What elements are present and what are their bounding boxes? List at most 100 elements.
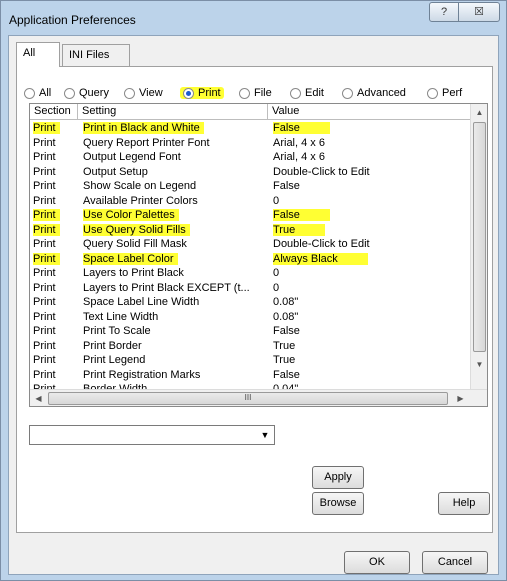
cell-value[interactable]: 0 [268, 266, 468, 281]
scroll-left-arrow-icon[interactable]: ◀ [30, 390, 47, 406]
radio-advanced[interactable]: Advanced [342, 87, 406, 99]
radio-perf[interactable]: Perf [427, 87, 462, 99]
tab-all[interactable]: All [16, 42, 60, 67]
cell-value[interactable]: 0.08" [268, 310, 468, 325]
cell-section[interactable]: Print [30, 310, 78, 325]
cell-value[interactable]: True [268, 353, 468, 368]
cell-section[interactable]: Print [30, 295, 78, 310]
radio-query[interactable]: Query [64, 87, 109, 99]
dropdown-arrow-icon[interactable]: ▼ [257, 427, 273, 443]
horizontal-scroll-thumb[interactable]: III [48, 392, 448, 405]
apply-button[interactable]: Apply [312, 466, 364, 489]
cell-section[interactable]: Print [30, 281, 78, 296]
table-row[interactable]: Print Query Report Printer Font Arial, 4 x… [30, 136, 470, 151]
column-header-value[interactable]: Value [268, 104, 468, 120]
table-row[interactable]: Print Show Scale on Legend False [30, 179, 470, 194]
table-row[interactable]: Print Layers to Print Black 0 [30, 266, 470, 281]
browse-button[interactable]: Browse [312, 492, 364, 515]
cell-value[interactable]: Arial, 4 x 6 [268, 150, 468, 165]
cell-setting[interactable]: Print To Scale [78, 324, 268, 339]
cell-value[interactable]: Double-Click to Edit [268, 165, 468, 180]
cell-setting[interactable]: Query Solid Fill Mask [78, 237, 268, 252]
cell-section[interactable]: Print [30, 150, 78, 165]
table-row[interactable]: Print Space Label Line Width 0.08" [30, 295, 470, 310]
ok-button[interactable]: OK [344, 551, 410, 574]
horizontal-scrollbar[interactable]: ◀ III ▶ [30, 389, 487, 406]
cell-setting[interactable]: Output Setup [78, 165, 268, 180]
vertical-scrollbar[interactable]: ▲ ▼ [470, 104, 487, 390]
table-row[interactable]: Print Output Legend Font Arial, 4 x 6 [30, 150, 470, 165]
cell-value[interactable]: 0 [268, 281, 468, 296]
cell-section[interactable]: Print [30, 121, 78, 136]
cell-setting[interactable]: Query Report Printer Font [78, 136, 268, 151]
cell-section[interactable]: Print [30, 136, 78, 151]
title-help-button[interactable]: ? [429, 2, 459, 22]
radio-edit[interactable]: Edit [290, 87, 324, 99]
cell-setting[interactable]: Show Scale on Legend [78, 179, 268, 194]
radio-all[interactable]: All [24, 87, 51, 99]
cell-setting[interactable]: Layers to Print Black EXCEPT (t... [78, 281, 268, 296]
table-row[interactable]: Print Print Registration Marks False [30, 368, 470, 383]
cell-setting[interactable]: Space Label Color [78, 252, 268, 267]
cell-value[interactable]: True [268, 339, 468, 354]
scroll-up-arrow-icon[interactable]: ▲ [471, 104, 487, 121]
cell-value[interactable]: False [268, 324, 468, 339]
cell-value[interactable]: Double-Click to Edit [268, 237, 468, 252]
cell-value[interactable]: False [268, 208, 468, 223]
radio-query-circle[interactable] [64, 87, 75, 99]
table-row[interactable]: Print Layers to Print Black EXCEPT (t... 0 [30, 281, 470, 296]
settings-grid[interactable]: Section Setting Value Print Print in Blac… [29, 103, 488, 407]
table-row[interactable]: Print Query Solid Fill Mask Double-Click t… [30, 237, 470, 252]
cell-setting[interactable]: Print in Black and White [78, 121, 268, 136]
radio-print-circle[interactable] [183, 87, 194, 99]
table-row[interactable]: Print Use Color Palettes False [30, 208, 470, 223]
title-close-button[interactable]: ☒ [458, 2, 500, 22]
cell-section[interactable]: Print [30, 324, 78, 339]
radio-view-circle[interactable] [124, 87, 135, 99]
cell-section[interactable]: Print [30, 179, 78, 194]
cell-setting[interactable]: Available Printer Colors [78, 194, 268, 209]
table-row[interactable]: Print Print in Black and White False [30, 121, 470, 136]
radio-perf-circle[interactable] [427, 87, 438, 99]
cell-setting[interactable]: Print Registration Marks [78, 368, 268, 383]
cell-setting[interactable]: Use Color Palettes [78, 208, 268, 223]
table-row[interactable]: Print Use Query Solid Fills True [30, 223, 470, 238]
cell-section[interactable]: Print [30, 165, 78, 180]
cell-setting[interactable]: Print Border [78, 339, 268, 354]
column-header-section[interactable]: Section [30, 104, 78, 120]
cell-section[interactable]: Print [30, 339, 78, 354]
cell-value[interactable]: Always Black [268, 252, 468, 267]
help-button[interactable]: Help [438, 492, 490, 515]
vertical-scroll-thumb[interactable] [473, 122, 486, 352]
radio-view[interactable]: View [124, 87, 163, 99]
value-dropdown[interactable]: ▼ [29, 425, 275, 445]
cell-section[interactable]: Print [30, 252, 78, 267]
table-row[interactable]: Print Output Setup Double-Click to Edit [30, 165, 470, 180]
cell-value[interactable]: False [268, 368, 468, 383]
cell-section[interactable]: Print [30, 223, 78, 238]
radio-edit-circle[interactable] [290, 87, 301, 99]
radio-print[interactable]: Print [180, 87, 224, 99]
cell-section[interactable]: Print [30, 368, 78, 383]
cell-value[interactable]: 0.08" [268, 295, 468, 310]
radio-file[interactable]: File [239, 87, 272, 99]
cell-setting[interactable]: Space Label Line Width [78, 295, 268, 310]
cell-section[interactable]: Print [30, 266, 78, 281]
table-row[interactable]: Print Print To Scale False [30, 324, 470, 339]
radio-advanced-circle[interactable] [342, 87, 353, 99]
tab-ini-files[interactable]: INI Files [62, 44, 130, 66]
cell-setting[interactable]: Use Query Solid Fills [78, 223, 268, 238]
cell-section[interactable]: Print [30, 194, 78, 209]
cell-setting[interactable]: Print Legend [78, 353, 268, 368]
cell-value[interactable]: False [268, 179, 468, 194]
cell-section[interactable]: Print [30, 208, 78, 223]
table-row[interactable]: Print Print Legend True [30, 353, 470, 368]
table-row[interactable]: Print Space Label Color Always Black [30, 252, 470, 267]
table-row[interactable]: Print Text Line Width 0.08" [30, 310, 470, 325]
cell-value[interactable]: Arial, 4 x 6 [268, 136, 468, 151]
cell-setting[interactable]: Output Legend Font [78, 150, 268, 165]
cell-value[interactable]: True [268, 223, 468, 238]
table-row[interactable]: Print Available Printer Colors 0 [30, 194, 470, 209]
cell-section[interactable]: Print [30, 237, 78, 252]
radio-file-circle[interactable] [239, 87, 250, 99]
